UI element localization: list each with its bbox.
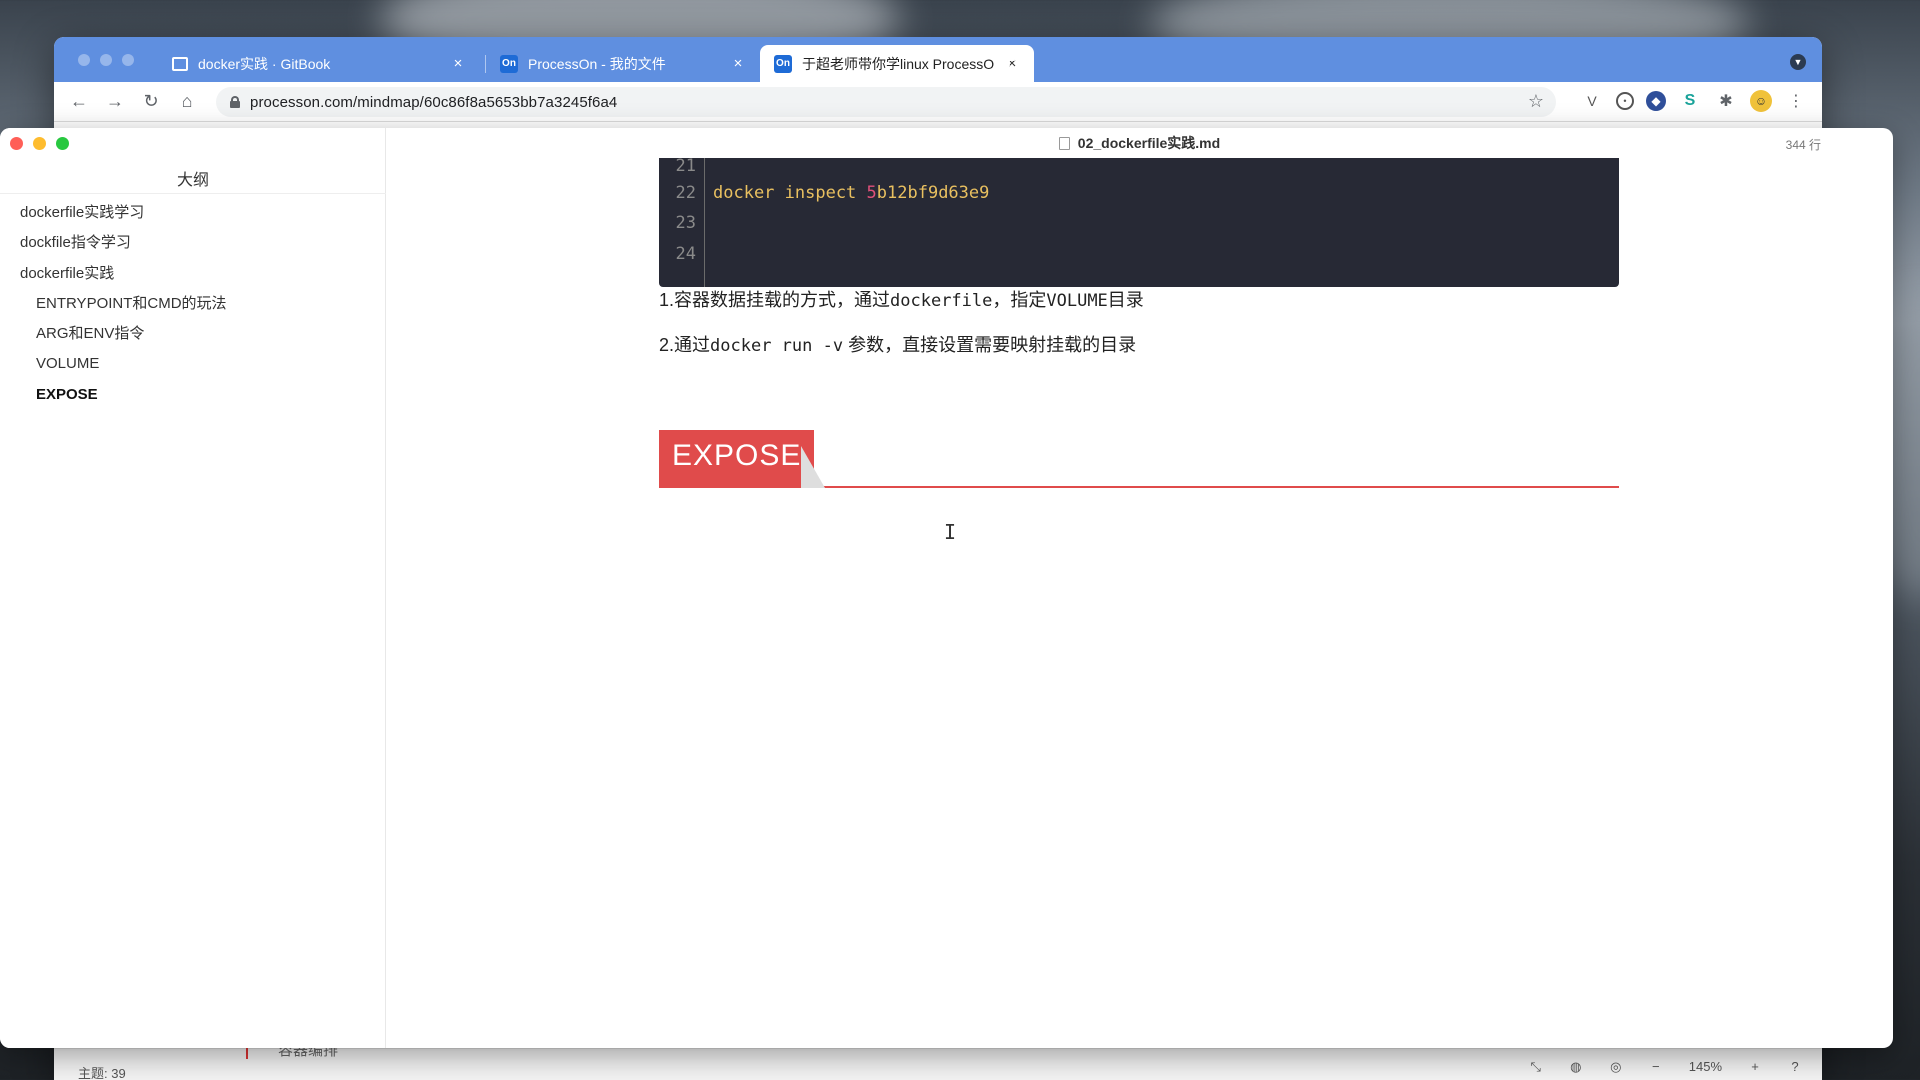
help-icon[interactable]: ? [1788,1059,1802,1074]
outline-item-active[interactable]: EXPOSE [0,380,386,410]
extensions-area: V • ◆ S ✱ ☺ ⋮ [1580,89,1808,113]
puzzle-icon[interactable]: ✱ [1714,89,1738,113]
book-icon [172,56,188,71]
compass-icon[interactable]: ◆ [1646,91,1666,111]
heading-label: EXPOSE [659,430,815,488]
paragraph-docker-run: 2.通过docker run -v 参数，直接设置需要映射挂载的目录 [659,331,1136,357]
extension-s-icon[interactable]: S [1678,89,1702,113]
divider [0,193,386,194]
code-lines: docker inspect 5b12bf9d63e9 [713,178,989,269]
window-controls [78,54,134,66]
bookmark-star-icon[interactable]: ☆ [1528,91,1544,112]
minimize-window-dot[interactable] [100,54,112,66]
inline-code: VOLUME [1046,291,1108,311]
address-bar[interactable]: processon.com/mindmap/60c86f8a5653bb7a32… [216,87,1556,117]
line-number: 24 [675,243,696,264]
vimium-icon[interactable]: V [1580,89,1604,113]
paragraph-volume: 1.容器数据挂载的方式，通过dockerfile，指定VOLUME目录 [659,286,1144,312]
text-cursor-icon: I [944,520,957,544]
outline-item[interactable]: dockerfile实践学习 [0,198,386,228]
text: 2.通过 [659,335,711,355]
processon-status-bar: 主题: 39 容器编排 ⤡ ◍ ◎ − 145% + ? [54,1047,1822,1080]
avatar[interactable]: ☺ [1750,90,1772,112]
code-command: docker inspect [713,183,867,203]
text: 目录 [1107,290,1144,310]
home-icon[interactable]: ⌂ [172,87,202,117]
text: 1.容器数据挂载的方式，通过 [659,290,891,310]
tab-strip: docker实践 · GitBook × On ProcessOn - 我的文件… [54,37,1822,82]
topic-count: 主题: 39 [78,1066,126,1080]
menu-icon[interactable]: ⋮ [1784,89,1808,113]
location-icon[interactable]: ◎ [1609,1059,1623,1074]
code-line: docker inspect 5b12bf9d63e9 [713,178,989,208]
mindmap-icon[interactable]: ◍ [1569,1059,1583,1074]
typora-titlebar: 02_dockerfile实践.md 344 行 [0,128,1893,158]
heading-expose: EXPOSE [659,430,1619,488]
lock-icon [230,96,240,108]
close-tab-icon[interactable]: × [730,55,746,72]
new-tab-button[interactable]: + [994,47,1024,75]
forward-icon[interactable]: → [100,87,130,117]
outline-item[interactable]: ARG和ENV指令 [0,319,386,349]
line-number: 21 [675,156,696,176]
behind-node-text: 容器编排 [246,1047,338,1059]
url-text: processon.com/mindmap/60c86f8a5653bb7a32… [250,93,618,111]
outline-item[interactable]: dockfile指令学习 [0,228,386,258]
inline-code: docker run -v [710,336,844,356]
tab-search-icon[interactable]: ▼ [1790,54,1806,70]
line-count: 344 行 [1785,138,1821,152]
fit-screen-icon[interactable]: ⤡ [1529,1059,1543,1074]
outline-item[interactable]: VOLUME [0,349,386,379]
tab-title: docker实践 · GitBook [198,55,331,72]
extension-circle-icon[interactable]: • [1616,92,1634,110]
reload-icon[interactable]: ↻ [136,87,166,117]
line-number: 23 [675,213,696,234]
close-tab-icon[interactable]: × [450,55,466,72]
close-window-dot[interactable] [78,54,90,66]
browser-toolbar: ← → ↻ ⌂ processon.com/mindmap/60c86f8a56… [54,82,1822,122]
outline-item[interactable]: dockerfile实践 [0,259,386,289]
zoom-in-button[interactable]: + [1748,1059,1762,1074]
tab-processon-files[interactable]: On ProcessOn - 我的文件 × [486,45,760,82]
markdown-file-icon [1058,136,1070,150]
processon-icon: On [500,54,518,73]
code-number: 5 [866,183,877,203]
status-controls: ⤡ ◍ ◎ − 145% + ? [1529,1059,1802,1075]
back-icon[interactable]: ← [64,87,94,117]
heading-fold-decoration [801,446,825,488]
outline-title: 大纲 [176,172,209,189]
typora-window: 大纲 dockerfile实践学习 dockfile指令学习 dockerfil… [0,128,1893,1048]
text: 参数，直接设置需要映射挂载的目录 [843,335,1137,355]
code-block[interactable]: 21 22 23 24 docker inspect 5b12bf9d63e9 [659,158,1619,287]
code-id: b12bf9d63e9 [876,183,990,203]
tab-title: 于超老师带你学linux ProcessOn [802,55,994,72]
editor-area[interactable]: 21 22 23 24 docker inspect 5b12bf9d63e9 … [387,158,1893,1048]
outline-item[interactable]: ENTRYPOINT和CMD的玩法 [0,289,386,319]
inline-code: dockerfile [890,291,993,311]
text: ，指定 [992,290,1047,310]
zoom-level: 145% [1688,1059,1722,1074]
tab-title: ProcessOn - 我的文件 [528,55,666,72]
outline-sidebar: 大纲 dockerfile实践学习 dockfile指令学习 dockerfil… [0,128,386,1048]
outline-list: dockerfile实践学习 dockfile指令学习 dockerfile实践… [0,198,386,410]
file-name: 02_dockerfile实践.md [1077,135,1221,151]
tab-gitbook[interactable]: docker实践 · GitBook × [158,45,480,82]
line-number: 22 [675,183,696,203]
processon-icon: On [774,54,792,73]
zoom-out-button[interactable]: − [1649,1059,1663,1074]
zoom-window-dot[interactable] [122,54,134,66]
tab-processon-linux[interactable]: On 于超老师带你学linux ProcessOn × [760,45,1034,82]
line-number-gutter: 21 22 23 24 [659,158,705,287]
